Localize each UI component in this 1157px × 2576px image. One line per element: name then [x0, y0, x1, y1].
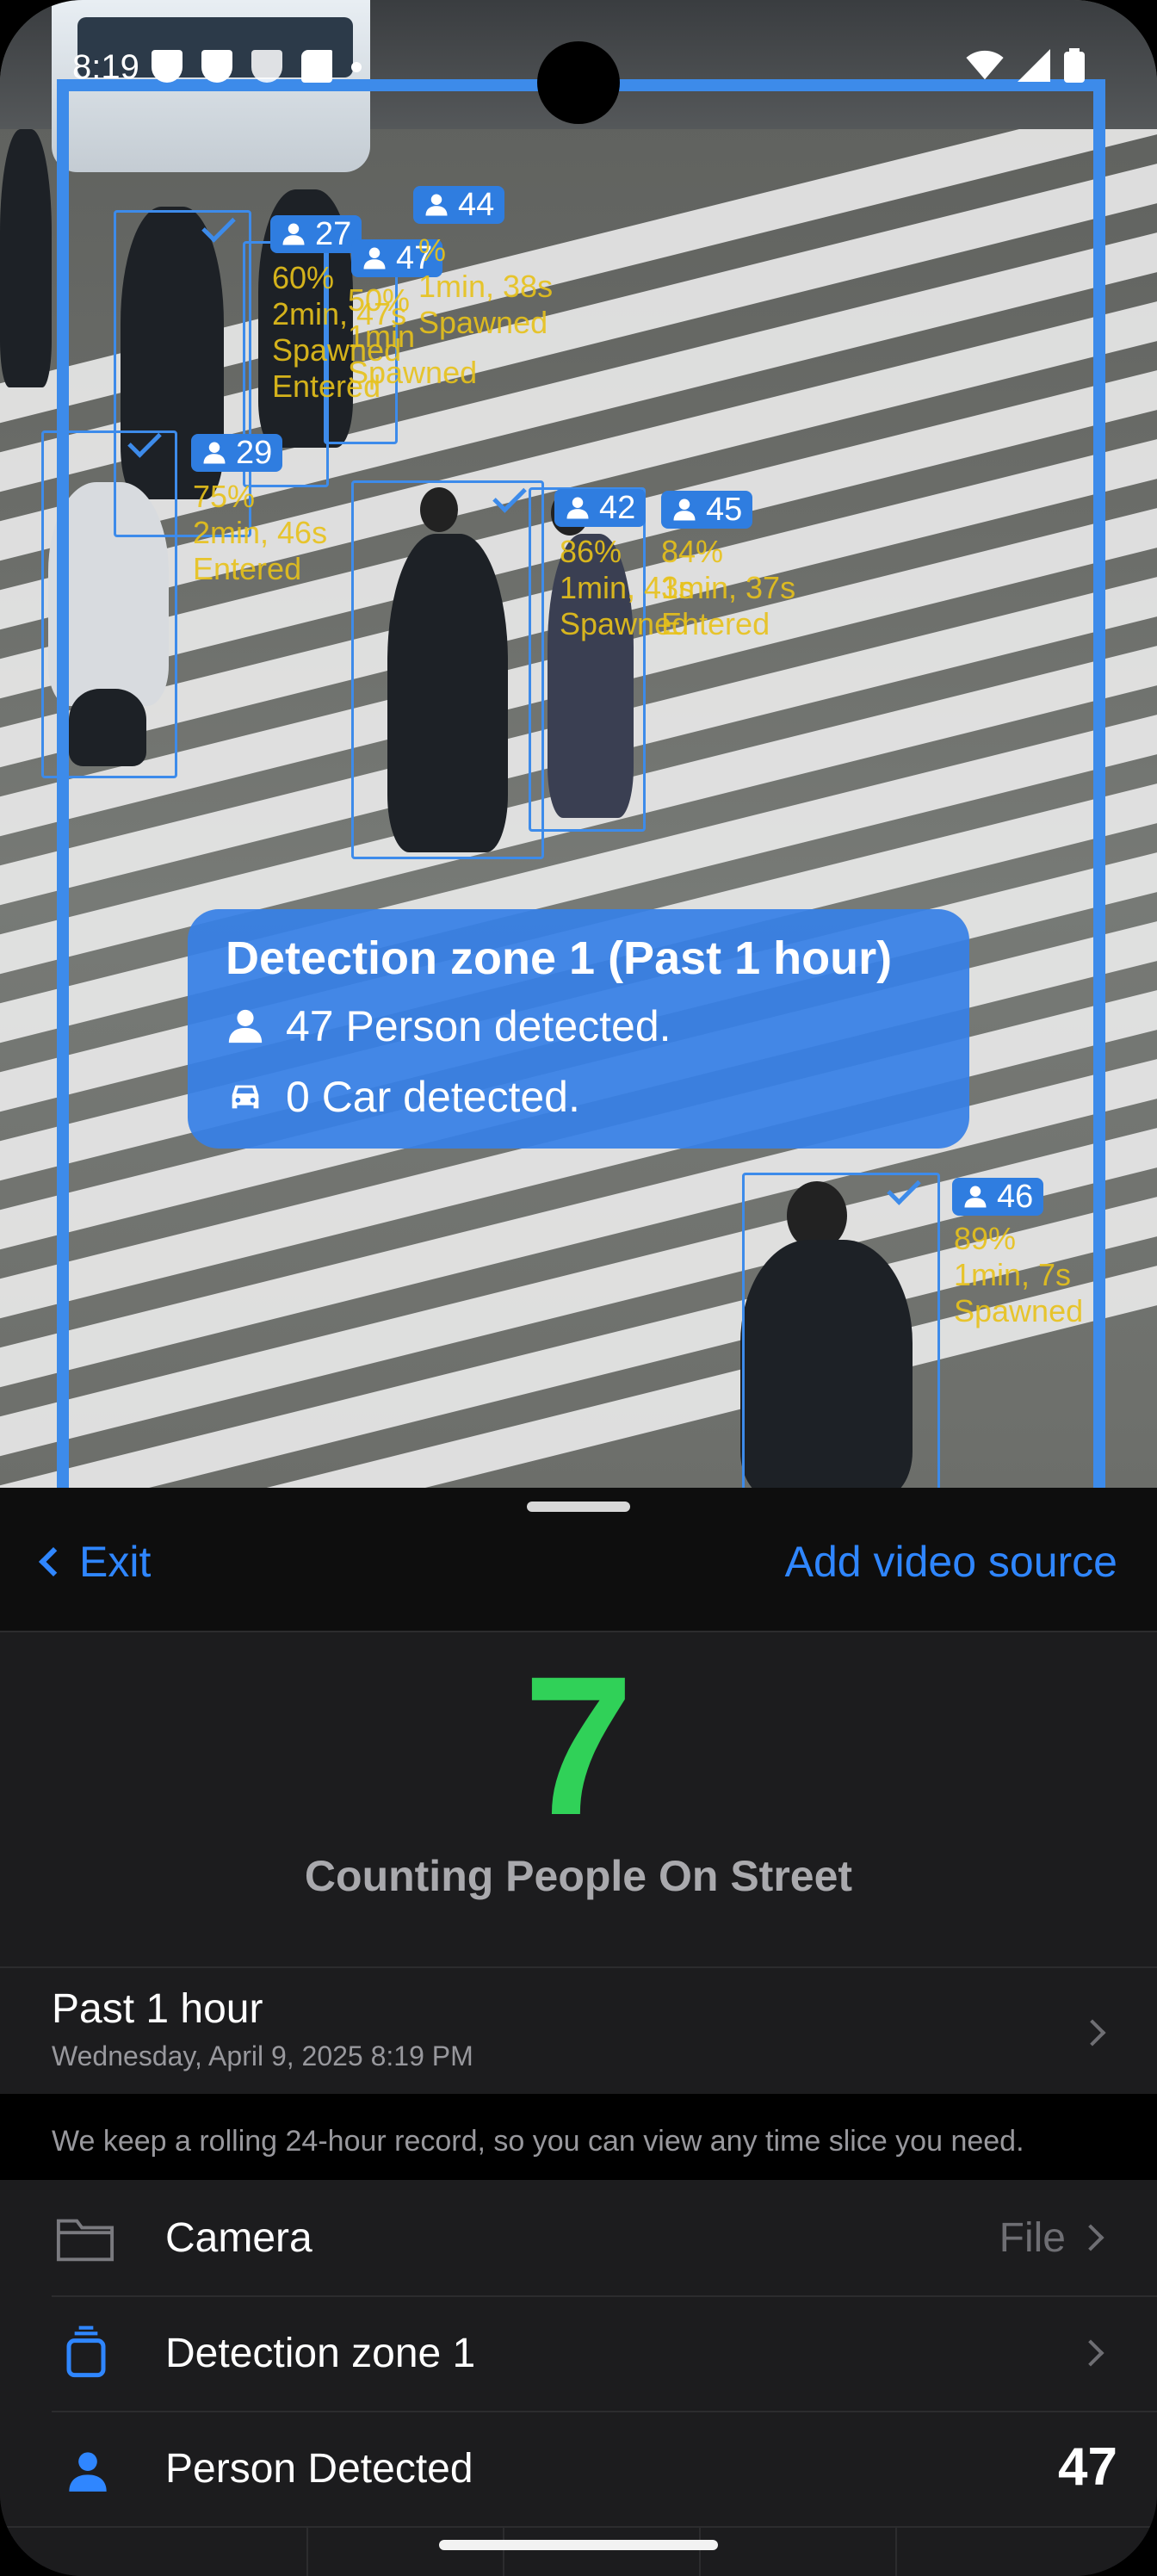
person-detected-row[interactable]: Person Detected 47 [0, 2411, 1157, 2526]
front-camera-cutout [537, 41, 620, 124]
person-icon [566, 497, 589, 519]
add-video-source-button[interactable]: Add video source [785, 1534, 1117, 1589]
folder-icon [56, 2219, 114, 2262]
person-icon [964, 1186, 987, 1208]
detection-tag: 29 [191, 434, 283, 472]
detection-tag: 27 [270, 215, 362, 253]
detection-zone-row[interactable]: Detection zone 1 [0, 2295, 1157, 2411]
wifi-icon [966, 50, 1004, 80]
battery-icon [1064, 48, 1085, 83]
detection-tag: 45 [661, 491, 753, 529]
person-icon [228, 1009, 263, 1043]
person-icon [282, 223, 305, 245]
car-icon [232, 1085, 259, 1109]
more-notifications-icon [351, 62, 362, 72]
detection-tag: 46 [952, 1178, 1044, 1216]
person-icon [203, 442, 226, 464]
detection-meta: 89% 1min, 7s Spawned [954, 1221, 1084, 1328]
person-icon [425, 194, 448, 216]
time-range-title: Past 1 hour [52, 1986, 263, 2032]
chevron-right-icon [1077, 2224, 1104, 2251]
summary-title: Detection zone 1 (Past 1 hour) [226, 932, 893, 984]
signal-icon [1018, 49, 1050, 82]
detection-box [351, 480, 544, 859]
camera-source-value: File [999, 2215, 1066, 2261]
person-detected-count: 47 [1058, 2437, 1117, 2497]
status-time: 8:19 [72, 48, 139, 86]
person-summary-row: 47 Person detected. [226, 997, 931, 1056]
vpn-icon [251, 50, 282, 83]
detection-meta: 50% 1min Spawned [348, 282, 478, 390]
retention-note: We keep a rolling 24-hour record, so you… [0, 2094, 1157, 2180]
camera-row[interactable]: Camera File [0, 2180, 1157, 2295]
divider [895, 2526, 897, 2576]
divider [503, 2526, 504, 2576]
notification-icon [201, 50, 232, 83]
divider [699, 2526, 701, 2576]
pedestrian [0, 129, 52, 387]
bottom-sheet: Exit Add video source 7 Counting People … [0, 1488, 1157, 2576]
time-range-subtitle: Wednesday, April 9, 2025 8:19 PM [52, 2040, 473, 2071]
camera-feed[interactable]: 44 27 47 29 42 45 46 % 1min, 38s Spawned… [0, 0, 1157, 1498]
person-icon [673, 498, 696, 521]
detection-tag: 44 [413, 186, 505, 224]
zone-summary-card: Detection zone 1 (Past 1 hour) 47 Person… [188, 909, 969, 1149]
detection-meta: 84% 1min, 37s Entered [661, 534, 796, 641]
sd-card-icon [301, 50, 332, 83]
detection-box [41, 430, 177, 778]
chevron-right-icon [1079, 2019, 1106, 2047]
people-count: 7 [523, 1635, 634, 1856]
detection-meta: 75% 2min, 46s Entered [193, 479, 328, 586]
divider [306, 2526, 308, 2576]
zone-icon [66, 2325, 106, 2378]
detection-tag: 42 [554, 489, 647, 527]
app-screen: 44 27 47 29 42 45 46 % 1min, 38s Spawned… [0, 0, 1157, 2576]
sheet-nav-bar: Exit Add video source [0, 1488, 1157, 1632]
time-range-selector[interactable]: Past 1 hour Wednesday, April 9, 2025 8:1… [0, 1966, 1157, 2094]
exit-button[interactable]: Exit [34, 1534, 151, 1589]
sheet-drag-handle[interactable] [527, 1502, 630, 1512]
chevron-left-icon [39, 1547, 68, 1576]
chevron-right-icon [1077, 2339, 1104, 2367]
person-icon [69, 2452, 107, 2492]
car-summary-row: 0 Car detected. [226, 1068, 931, 1126]
home-indicator[interactable] [439, 2540, 718, 2550]
detection-box [742, 1173, 940, 1498]
shield-icon [152, 50, 183, 83]
counter-title: Counting People On Street [304, 1852, 853, 1900]
